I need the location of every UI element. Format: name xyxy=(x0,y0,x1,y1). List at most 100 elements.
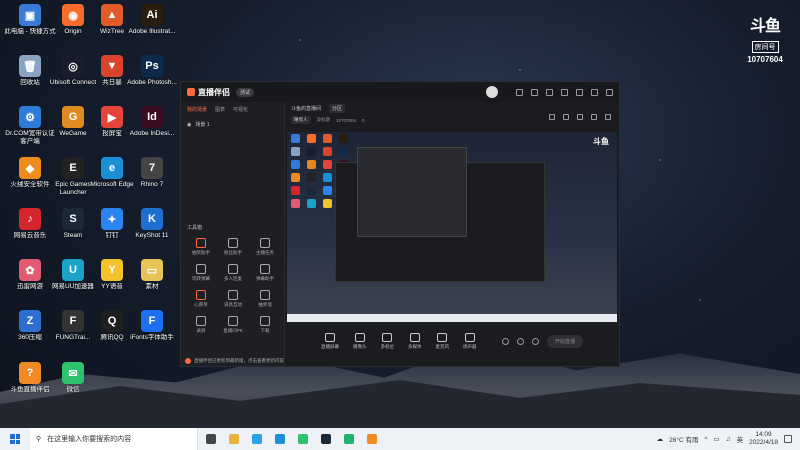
watermark-logo: 斗鱼 xyxy=(749,18,781,35)
tool-label: 心愿单 xyxy=(194,302,208,307)
tool-item[interactable]: 多人连麦 xyxy=(217,264,249,282)
task-view-icon[interactable] xyxy=(206,434,216,444)
volume-icon[interactable]: ♫ xyxy=(726,436,731,443)
tool-item[interactable]: 直播间PK xyxy=(217,316,249,334)
feedback-icon[interactable] xyxy=(546,88,553,96)
settings-gear-icon[interactable] xyxy=(531,337,539,345)
preview-icon xyxy=(291,186,300,195)
mic-toggle-icon[interactable] xyxy=(516,337,524,345)
desktop-app-icon: 🗑 xyxy=(19,55,41,77)
source-label: 扬声器 xyxy=(463,343,477,349)
preview-taskbar xyxy=(287,314,617,322)
desktop-app-icon: F xyxy=(141,310,163,332)
clock[interactable]: 14:09 2022/4/18 xyxy=(749,431,778,447)
desktop-app-icon: e xyxy=(101,157,123,179)
user-avatar[interactable] xyxy=(486,86,498,98)
tool-item[interactable]: 心愿单 xyxy=(185,290,217,308)
desktop-icon[interactable]: Ps Adobe Photosh... xyxy=(127,55,177,87)
wechat-icon[interactable] xyxy=(298,434,308,444)
room-tag[interactable]: 睡觉人 xyxy=(291,116,311,124)
network-icon[interactable]: ▭ xyxy=(714,435,720,443)
skin-icon[interactable] xyxy=(516,88,523,96)
tool-icon xyxy=(196,264,206,274)
desktop-app-icon: ▼ xyxy=(101,55,123,77)
source-control[interactable]: 摄像头 xyxy=(353,332,367,350)
steam-icon[interactable] xyxy=(321,434,331,444)
tool-icon xyxy=(228,290,238,300)
notification-icon[interactable] xyxy=(784,435,792,443)
source-control[interactable]: 扬声器 xyxy=(463,332,477,350)
desktop-icon[interactable]: ▭ 素材 xyxy=(127,259,177,291)
tool-item[interactable]: 抽奖墙 xyxy=(249,290,281,308)
tool-item[interactable]: 道具互动 xyxy=(217,290,249,308)
desktop-icon[interactable]: Id Adobe InDesi... xyxy=(127,106,177,138)
tool-item[interactable]: 抽奖助手 xyxy=(185,238,217,256)
tool-item[interactable]: 主播任务 xyxy=(249,238,281,256)
settings-icon[interactable] xyxy=(561,88,568,96)
message-icon[interactable] xyxy=(531,88,538,96)
tool-label: 抽奖墙 xyxy=(258,302,272,307)
tool-icon xyxy=(260,264,270,274)
file-explorer-icon[interactable] xyxy=(229,434,239,444)
edge-icon[interactable] xyxy=(275,434,285,444)
version-badge[interactable]: 测试 xyxy=(236,87,255,97)
desktop-icon[interactable]: Ai Adobe Illustrat... xyxy=(127,4,177,36)
update-notice[interactable]: 直播伴侣已更新到最新版，点击查看更新内容 xyxy=(185,358,284,364)
source-icon xyxy=(325,332,335,342)
gift-icon[interactable] xyxy=(549,114,555,120)
tool-icon xyxy=(228,264,238,274)
taskbar-search[interactable]: ⚲ 在这里输入你要搜索的内容 xyxy=(30,428,198,450)
tab-scenes[interactable]: 我的场景 xyxy=(187,106,207,113)
camera-toggle-icon[interactable] xyxy=(501,337,509,345)
room-title[interactable]: 没标题 xyxy=(317,117,331,123)
desktop-icon-label: Adobe InDesi... xyxy=(129,130,175,137)
desktop-icon-label: iFonts字体助手 xyxy=(130,334,174,341)
layout-icon[interactable] xyxy=(577,114,583,120)
tool-item[interactable]: 玩转弹幕 xyxy=(185,264,217,282)
minimize-icon[interactable] xyxy=(576,88,583,96)
tab-live-room[interactable]: 斗鱼的直播间 xyxy=(291,105,321,112)
store-icon[interactable] xyxy=(252,434,262,444)
desktop-icon[interactable]: 7 Rhino 7 xyxy=(127,157,177,189)
tray-arrow-icon[interactable]: ^ xyxy=(704,436,707,443)
close-icon[interactable] xyxy=(606,88,613,96)
watermark-room-label: 房间号 xyxy=(751,41,779,53)
bell-icon[interactable] xyxy=(591,114,597,120)
start-button[interactable] xyxy=(0,428,30,450)
desktop-icon-label: 素材 xyxy=(145,283,159,290)
weather-text[interactable]: 26°C 有雨 xyxy=(669,434,698,444)
lock-icon[interactable] xyxy=(563,114,569,120)
scene-item[interactable]: ◉ 场景 1 xyxy=(181,117,284,132)
desktop-icon-label: 微信 xyxy=(66,386,80,393)
preview-watermark: 斗鱼 xyxy=(593,137,609,146)
tool-item[interactable]: 下载 xyxy=(249,316,281,334)
source-control[interactable]: 直播屏幕 xyxy=(321,332,339,350)
viewer-count: 0 xyxy=(362,117,365,123)
tab-charts[interactable]: 图表 xyxy=(215,106,225,113)
desktop-app-icon: Ai xyxy=(141,4,163,26)
eye-icon[interactable]: ◉ xyxy=(187,122,191,128)
room-id: 10707604 xyxy=(336,117,357,123)
source-control[interactable]: 多机位 xyxy=(381,332,394,350)
app-green-icon[interactable] xyxy=(344,434,354,444)
input-language[interactable]: 英 xyxy=(737,434,744,444)
share-icon[interactable] xyxy=(605,114,611,120)
desktop-icon[interactable]: ✉ 微信 xyxy=(48,362,98,394)
desktop-icon[interactable]: K KeyShot 11 xyxy=(127,208,177,240)
tab-visual[interactable]: 可视化 xyxy=(233,106,248,113)
desktop-icon[interactable]: FiFonts字体助手 xyxy=(127,310,177,342)
desktop-app-icon: G xyxy=(62,106,84,128)
tab-category[interactable]: 分区 xyxy=(329,103,346,113)
stream-preview[interactable]: 斗鱼 xyxy=(287,132,617,322)
douyu-icon[interactable] xyxy=(367,434,377,444)
desktop-app-icon: ▭ xyxy=(141,259,163,281)
source-control[interactable]: 多媒体 xyxy=(408,332,422,350)
tool-item[interactable]: 录屏 xyxy=(185,316,217,334)
tool-label: 主播任务 xyxy=(256,250,274,255)
douyu-watermark: 斗鱼 房间号 10707604 xyxy=(740,12,790,64)
start-live-button[interactable]: 开始直播 xyxy=(546,334,583,348)
source-control[interactable]: 麦克风 xyxy=(436,332,449,350)
tool-item[interactable]: 粉丝助手 xyxy=(217,238,249,256)
maximize-icon[interactable] xyxy=(591,88,598,96)
tool-item[interactable]: 弹幕助手 xyxy=(249,264,281,282)
